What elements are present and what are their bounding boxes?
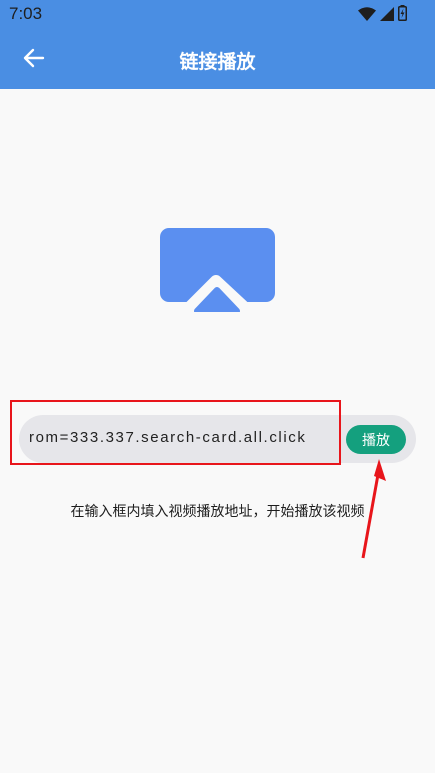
status-time: 7:03	[9, 4, 43, 23]
wifi-icon	[358, 6, 376, 25]
status-bar: 7:03	[0, 0, 435, 30]
play-button[interactable]: 播放	[346, 425, 406, 454]
annotation-highlight-box	[10, 400, 341, 465]
page-title: 链接播放	[179, 51, 256, 73]
status-icons	[358, 5, 407, 25]
annotation-arrow	[355, 455, 390, 564]
battery-icon	[398, 5, 407, 25]
signal-icon	[380, 6, 394, 25]
app-bar: 链接播放	[0, 30, 435, 89]
screen-cast-icon	[160, 228, 276, 316]
